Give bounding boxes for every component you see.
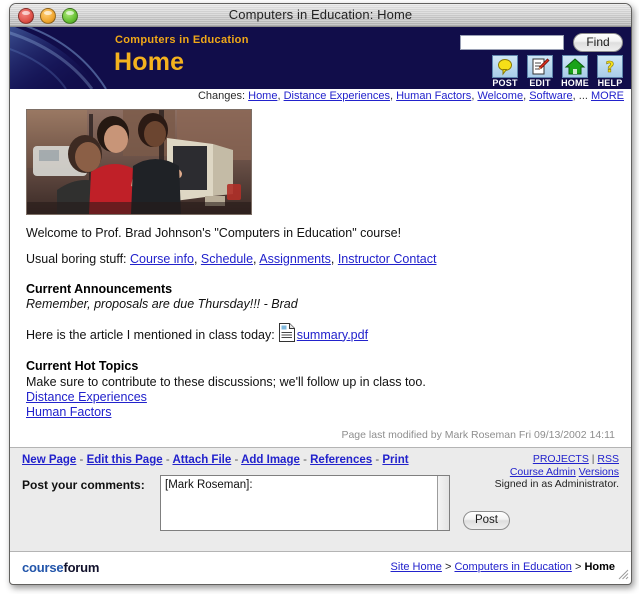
projects-link[interactable]: PROJECTS [533, 453, 589, 465]
last-modified-text: Page last modified by Mark Roseman Fri 0… [341, 429, 615, 441]
attachment-link[interactable]: summary.pdf [297, 328, 368, 342]
link-instructor-contact[interactable]: Instructor Contact [338, 252, 437, 266]
changes-link-distance-experiences[interactable]: Distance Experiences [284, 90, 390, 102]
action-toolbar: New Page - Edit this Page - Attach File … [10, 447, 631, 551]
header-toolbar: POST EDIT HOME ? HELP [490, 55, 625, 88]
comment-textarea-value: [Mark Roseman]: [165, 479, 253, 491]
link-assignments[interactable]: Assignments [259, 252, 331, 266]
post-button[interactable]: POST [490, 55, 520, 88]
find-button[interactable]: Find [573, 33, 623, 52]
home-button[interactable]: HOME [560, 55, 590, 88]
post-button-label: POST [492, 78, 518, 88]
question-mark-icon: ? [597, 55, 623, 78]
account-links: PROJECTS | RSS Course Admin Versions Sig… [495, 453, 619, 491]
quick-links-line: Usual boring stuff: Course info, Schedul… [26, 252, 437, 266]
topic-link-human-factors[interactable]: Human Factors [26, 405, 615, 419]
help-button[interactable]: ? HELP [595, 55, 625, 88]
search-input[interactable] [460, 35, 564, 50]
add-image-link[interactable]: Add Image [241, 454, 300, 466]
changes-label: Changes: [197, 90, 246, 102]
versions-link[interactable]: Versions [579, 466, 619, 478]
course-admin-link[interactable]: Course Admin [510, 466, 576, 478]
announcement-text: Remember, proposals are due Thursday!!! … [26, 297, 298, 311]
signed-in-status: Signed in as Administrator. [494, 478, 619, 490]
logo-part-forum: forum [63, 560, 100, 575]
site-brand: Computers in Education [115, 34, 249, 46]
breadcrumb-site-home[interactable]: Site Home [391, 561, 442, 573]
references-link[interactable]: References [310, 454, 372, 466]
breadcrumb-computers-in-education[interactable]: Computers in Education [454, 561, 571, 573]
quick-links-intro: Usual boring stuff: [26, 252, 127, 266]
comment-form-label: Post your comments: [22, 478, 145, 492]
speech-bubble-icon [492, 55, 518, 78]
rss-link[interactable]: RSS [597, 453, 619, 465]
svg-text:?: ? [606, 58, 615, 76]
action-sep-2: - [165, 454, 170, 466]
link-course-info[interactable]: Course info [130, 252, 194, 266]
breadcrumb-sep-1: > [444, 561, 452, 573]
window-title: Computers in Education: Home [228, 7, 413, 22]
page-content: Welcome to Prof. Brad Johnson's "Compute… [10, 106, 631, 447]
print-link[interactable]: Print [382, 454, 408, 466]
breadcrumb-sep-2: > [574, 561, 582, 573]
announcements-heading: Current Announcements [26, 282, 173, 296]
links-pipe: | [591, 453, 595, 465]
changes-link-human-factors[interactable]: Human Factors [396, 90, 471, 102]
comment-textarea[interactable]: [Mark Roseman]: [160, 475, 450, 531]
action-sep-1: - [79, 454, 84, 466]
admin-versions-row: Course Admin Versions [495, 466, 619, 479]
attachment-row: Here is the article I mentioned in class… [26, 323, 615, 344]
window-titlebar[interactable]: Computers in Education: Home [10, 4, 631, 27]
recent-changes-bar: Changes: Home, Distance Experiences, Hum… [10, 89, 631, 106]
breadcrumb: Site Home > Computers in Education > Hom… [391, 561, 615, 573]
changes-link-software[interactable]: Software [529, 90, 572, 102]
page-footer: courseforum Site Home > Computers in Edu… [10, 551, 631, 581]
changes-link-home[interactable]: Home [248, 90, 277, 102]
comment-scrollbar[interactable] [437, 476, 449, 530]
link-schedule[interactable]: Schedule [201, 252, 253, 266]
projects-rss-row: PROJECTS | RSS [495, 453, 619, 466]
page-title: Home [114, 48, 185, 76]
welcome-text: Welcome to Prof. Brad Johnson's "Compute… [26, 226, 402, 240]
action-sep-4: - [303, 454, 307, 466]
resize-grip-icon[interactable] [616, 567, 629, 580]
help-button-label: HELP [597, 78, 623, 88]
screenshot-root: Computers in Education: Home Computers i… [0, 0, 639, 594]
edit-button-label: EDIT [529, 78, 551, 88]
edit-button[interactable]: EDIT [525, 55, 555, 88]
edit-this-page-link[interactable]: Edit this Page [87, 454, 163, 466]
new-page-link[interactable]: New Page [22, 454, 76, 466]
post-comment-button[interactable]: Post [463, 511, 510, 530]
action-sep-5: - [375, 454, 380, 466]
logo-part-course: course [22, 560, 64, 575]
attachment-intro: Here is the article I mentioned in class… [26, 327, 275, 342]
house-icon [562, 55, 588, 78]
home-button-label: HOME [561, 78, 589, 88]
changes-ellipsis: ... [578, 90, 588, 102]
breadcrumb-current: Home [584, 561, 615, 573]
hot-topics-heading: Current Hot Topics [26, 359, 139, 373]
topic-link-distance-experiences[interactable]: Distance Experiences [26, 390, 615, 404]
browser-window: Computers in Education: Home Computers i… [9, 3, 632, 585]
courseforum-logo: courseforum [22, 560, 99, 575]
pencil-document-icon [527, 55, 553, 78]
hot-topics-text: Make sure to contribute to these discuss… [26, 375, 426, 389]
document-icon [278, 323, 295, 342]
site-header: Computers in Education Home Find POST ED… [10, 27, 631, 89]
attach-file-link[interactable]: Attach File [172, 454, 231, 466]
classroom-photo [26, 109, 252, 215]
changes-link-welcome[interactable]: Welcome [477, 90, 523, 102]
changes-more-link[interactable]: MORE [591, 90, 624, 102]
action-sep-3: - [234, 454, 239, 466]
